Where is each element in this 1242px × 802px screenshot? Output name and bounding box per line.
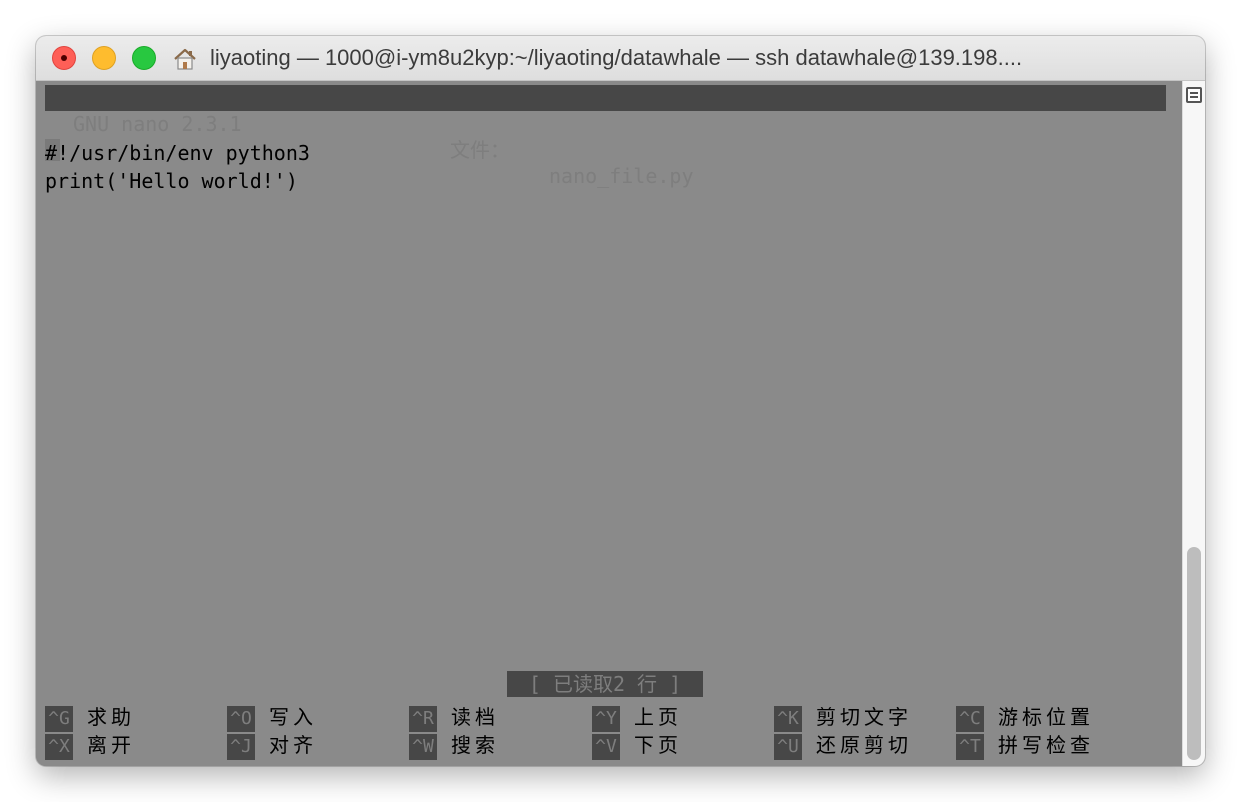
file-name: nano_file.py xyxy=(549,164,694,188)
shortcut-spell-check: ^T 拼写检查 xyxy=(956,732,1094,760)
window-title: liyaoting — 1000@i-ym8u2kyp:~/liyaoting/… xyxy=(210,45,1023,70)
shortcut-read-file: ^R 读档 xyxy=(409,704,499,732)
status-message: [ 已读取2 行 ] xyxy=(507,671,703,697)
terminal-content[interactable]: GNU nano 2.3.1 文件： nano_file.py #!/usr/b… xyxy=(36,81,1182,766)
shortcut-cursor-pos: ^C 游标位置 xyxy=(956,704,1094,732)
code-line: print('Hello world!') xyxy=(45,169,298,193)
close-button[interactable] xyxy=(52,46,76,70)
maximize-button[interactable] xyxy=(132,46,156,70)
editor-buffer[interactable]: #!/usr/bin/env python3 print('Hello worl… xyxy=(45,139,310,195)
shortcut-next-page: ^V 下页 xyxy=(592,732,682,760)
file-label: 文件： xyxy=(450,138,510,162)
title-bar[interactable]: liyaoting — 1000@i-ym8u2kyp:~/liyaoting/… xyxy=(36,36,1205,81)
shortcut-justify: ^J 对齐 xyxy=(227,732,317,760)
nano-header-bar: GNU nano 2.3.1 文件： nano_file.py xyxy=(45,85,1166,188)
shortcut-prev-page: ^Y 上页 xyxy=(592,704,682,732)
shortcut-exit: ^X 离开 xyxy=(45,732,135,760)
shortcut-uncut: ^U 还原剪切 xyxy=(774,732,912,760)
scrollbar[interactable] xyxy=(1182,81,1205,766)
home-icon xyxy=(174,48,196,70)
shortcut-write: ^O 写入 xyxy=(227,704,317,732)
scrollbar-thumb[interactable] xyxy=(1187,547,1201,760)
shortcut-help: ^G 求助 xyxy=(45,704,135,732)
nano-version: GNU nano 2.3.1 xyxy=(73,112,242,136)
list-icon[interactable] xyxy=(1186,87,1202,103)
terminal-window: liyaoting — 1000@i-ym8u2kyp:~/liyaoting/… xyxy=(36,36,1205,766)
shortcut-search: ^W 搜索 xyxy=(409,732,499,760)
shortcut-cut-text: ^K 剪切文字 xyxy=(774,704,912,732)
minimize-button[interactable] xyxy=(92,46,116,70)
code-line: #!/usr/bin/env python3 xyxy=(45,141,310,165)
